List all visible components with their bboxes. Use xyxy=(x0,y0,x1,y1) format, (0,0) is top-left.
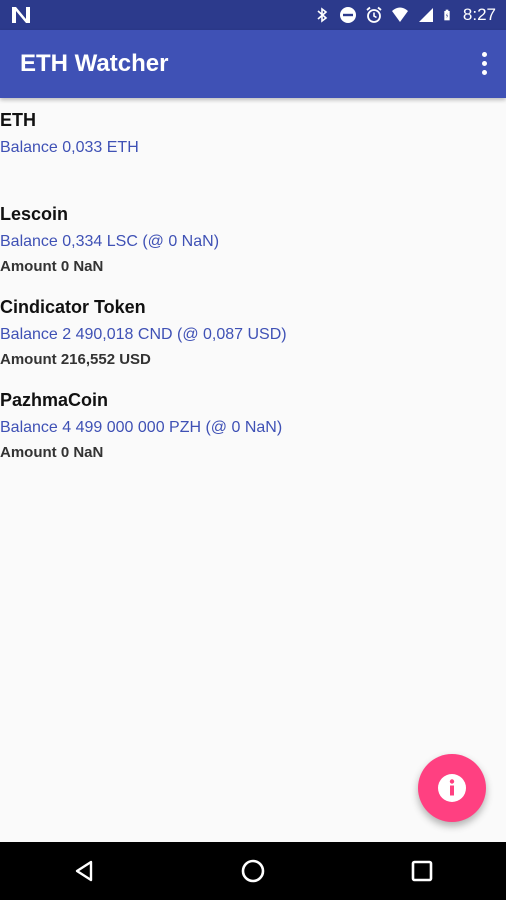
status-clock: 8:27 xyxy=(462,5,496,24)
n-logo-icon xyxy=(12,7,30,23)
token-name: Lescoin xyxy=(0,204,69,224)
token-balance: Balance 0,334 LSC (@ 0 NaN) xyxy=(0,233,220,250)
wifi-icon xyxy=(391,7,408,22)
token-item-cindicator: Cindicator Token Balance 2 490,018 CND (… xyxy=(0,295,506,380)
info-button[interactable] xyxy=(418,754,486,822)
recents-button[interactable] xyxy=(392,842,452,900)
overflow-menu-icon[interactable] xyxy=(476,50,492,78)
alarm-icon xyxy=(366,6,382,23)
token-name: Cindicator Token xyxy=(0,297,146,317)
do-not-disturb-icon xyxy=(339,7,356,23)
app-title: ETH Watcher xyxy=(20,50,169,77)
signal-icon xyxy=(418,8,433,22)
recents-icon xyxy=(411,860,432,882)
battery-icon xyxy=(444,9,450,21)
back-button[interactable] xyxy=(54,842,114,900)
back-icon xyxy=(76,860,93,882)
token-name: PazhmaCoin xyxy=(0,390,109,410)
app-bar: ETH Watcher xyxy=(0,30,506,98)
token-amount: Amount 216,552 USD xyxy=(0,351,151,368)
token-item-lescoin: Lescoin Balance 0,334 LSC (@ 0 NaN) Amou… xyxy=(0,202,506,287)
token-balance: Balance 2 490,018 CND (@ 0,087 USD) xyxy=(0,326,287,343)
token-amount: Amount 0 NaN xyxy=(0,258,104,275)
token-balance: Balance 0,033 ETH xyxy=(0,139,139,156)
bluetooth-icon xyxy=(317,7,328,23)
token-list: ETH Balance 0,033 ETH Lescoin Balance 0,… xyxy=(0,100,506,473)
status-bar: 8:27 xyxy=(0,0,506,30)
token-amount: Amount 0 NaN xyxy=(0,444,104,461)
token-balance: Balance 4 499 000 000 PZH (@ 0 NaN) xyxy=(0,419,283,436)
info-icon xyxy=(438,774,466,802)
home-button[interactable] xyxy=(223,842,283,900)
token-name: ETH xyxy=(0,110,36,130)
token-item-eth: ETH Balance 0,033 ETH xyxy=(0,108,506,194)
navigation-bar xyxy=(0,842,506,900)
home-icon xyxy=(241,859,265,883)
token-item-pazhmacoin: PazhmaCoin Balance 4 499 000 000 PZH (@ … xyxy=(0,388,506,473)
